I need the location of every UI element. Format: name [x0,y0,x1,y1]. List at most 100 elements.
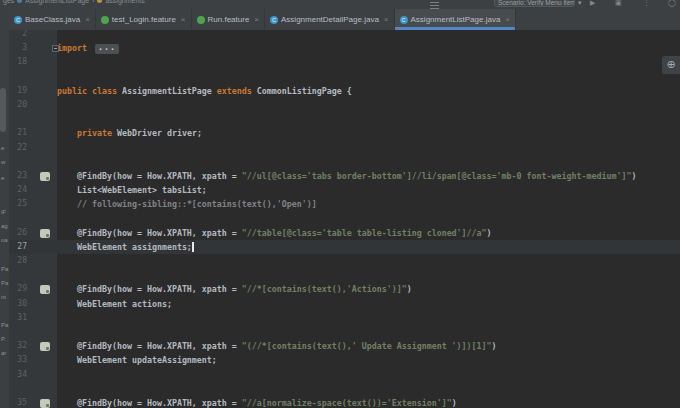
code-text: WebElement assignments; [48,240,680,254]
code-line[interactable] [0,112,680,126]
element-locator-icon[interactable] [40,399,50,408]
clipped-text-fragment: w [1,159,5,165]
gutter-icon-cell [30,311,48,325]
code-line[interactable] [0,70,680,84]
code-line[interactable]: 24 List<WebElement> tabsList; [0,183,680,197]
code-text [48,325,680,339]
scrollbar-thumb[interactable] [0,88,6,132]
code-text: WebElement actions; [48,297,680,311]
inspect-icon[interactable]: ⊕ [662,56,680,74]
code-line[interactable]: 2 [0,30,680,41]
code-text: WebElement updateAssignment; [48,353,680,367]
code-line[interactable]: 28 [0,254,680,268]
code-line[interactable]: 20 [0,98,680,112]
code-line[interactable]: 19public class AssignmentListPage extend… [0,84,680,98]
gutter-icon-cell [30,396,48,408]
code-line[interactable]: 35 @FindBy(how = How.XPATH, xpath = "//a… [0,396,680,408]
code-text [48,268,680,282]
code-line[interactable]: 32 @FindBy(how = How.XPATH, xpath = "(//… [0,339,680,353]
clipped-text-fragment: Pa [1,322,8,328]
project-panel-edge: eweiFagoaPaPantPaP.ar [0,9,9,408]
folded-imports[interactable]: ... [95,44,119,54]
gutter-icon-cell [30,30,48,41]
gutter-icon-cell [30,197,48,211]
ide-window: ges AssignmentListPage › assignments Sce… [0,0,680,408]
code-text [48,141,680,155]
gutter-icon-cell [30,240,48,254]
close-icon[interactable]: × [505,15,510,24]
gutter-icon-cell [30,368,48,382]
element-locator-icon[interactable] [40,285,50,294]
code-line[interactable] [0,155,680,169]
editor-tab[interactable]: Run.feature× [192,9,265,30]
gutter-icon-cell [30,353,48,367]
class-icon [17,0,22,3]
run-configuration-label: Scenario: Verify Menu items for AM [498,0,575,6]
tab-label: AssignmentListPage.java [411,15,501,24]
gutter-icon-cell [30,126,48,140]
code-line[interactable]: 29 @FindBy(how = How.XPATH, xpath = "//*… [0,282,680,296]
gutter-icon-cell [30,84,48,98]
editor-tab[interactable]: AssignmentListPage.java × [395,9,517,30]
element-locator-icon[interactable] [40,342,50,351]
menu-icon[interactable] [430,0,439,8]
java-class-icon [14,16,22,24]
close-icon[interactable]: × [181,15,186,24]
gutter-icon-cell [30,41,48,55]
code-text [48,382,680,396]
code-line[interactable]: 27 WebElement assignments; [0,240,680,254]
code-line[interactable] [0,211,680,225]
clipped-text-fragment: Pa [1,266,8,272]
breadcrumb-separator: › [92,0,94,4]
code-line[interactable]: 34 [0,368,680,382]
element-locator-icon[interactable] [40,172,50,181]
gutter-icon-cell [30,70,48,84]
run-configuration-select[interactable]: Scenario: Verify Menu items for AM [494,0,575,7]
code-line[interactable]: 31 [0,311,680,325]
close-icon[interactable]: × [85,15,90,24]
code-line[interactable]: 25 // following-sibling::*[contains(text… [0,197,680,211]
gutter-icon-cell [30,55,48,69]
clipped-text-fragment: P. [1,336,6,342]
editor-tab[interactable]: BaseClass.java × [9,9,96,30]
close-icon[interactable]: × [254,15,259,24]
editor-tab[interactable]: test_Login.feature× [96,9,192,30]
code-text: public class AssignmentListPage extends … [48,84,680,98]
gutter-icon-cell [30,325,48,339]
code-line[interactable]: 3import ... [0,41,680,55]
code-line[interactable] [0,382,680,396]
feature-icon [197,16,205,24]
element-locator-icon[interactable] [40,229,50,238]
clipped-text-fragment: ar [1,350,6,356]
fold-marker-icon[interactable] [52,45,59,52]
gutter-icon-cell [30,183,48,197]
code-text [48,70,680,84]
gutter-icon-cell [30,297,48,311]
more-icon[interactable]: ⋮ [643,0,650,7]
debug-icon[interactable]: ▣ [615,0,622,7]
code-line[interactable]: 21 private WebDriver driver; [0,126,680,140]
code-text: @FindBy(how = How.XPATH, xpath = "//ul[@… [48,169,680,183]
editor-tab[interactable]: AssignmentDetailPage.java× [265,9,395,30]
code-line[interactable]: 30 WebElement actions; [0,297,680,311]
tab-label: BaseClass.java [25,15,80,24]
code-line[interactable] [0,325,680,339]
code-line[interactable]: 33 WebElement updateAssignment; [0,353,680,367]
code-line[interactable]: 26 @FindBy(how = How.XPATH, xpath = "//t… [0,226,680,240]
chevron-down-icon[interactable]: ▾ [578,0,582,7]
code-line[interactable]: 22 [0,141,680,155]
breadcrumb-item[interactable]: AssignmentListPage [25,0,89,4]
code-line[interactable] [0,268,680,282]
code-line[interactable]: 23 @FindBy(how = How.XPATH, xpath = "//u… [0,169,680,183]
play-icon[interactable]: ▶ [590,0,595,7]
gutter-icon-cell [30,98,48,112]
code-editor[interactable]: 23import ...18 19public class AssignmentL… [0,30,680,408]
record-icon[interactable]: ◯ [668,0,676,7]
clipped-text-fragment: oa [1,237,8,243]
breadcrumb-item[interactable]: assignments [105,0,144,4]
code-text: // following-sibling::*[contains(text(),… [48,197,680,211]
code-line[interactable]: 18 [0,55,680,69]
close-icon[interactable]: × [384,15,389,24]
gutter-icon-cell [30,141,48,155]
clipped-text-fragment: ag [1,223,8,229]
